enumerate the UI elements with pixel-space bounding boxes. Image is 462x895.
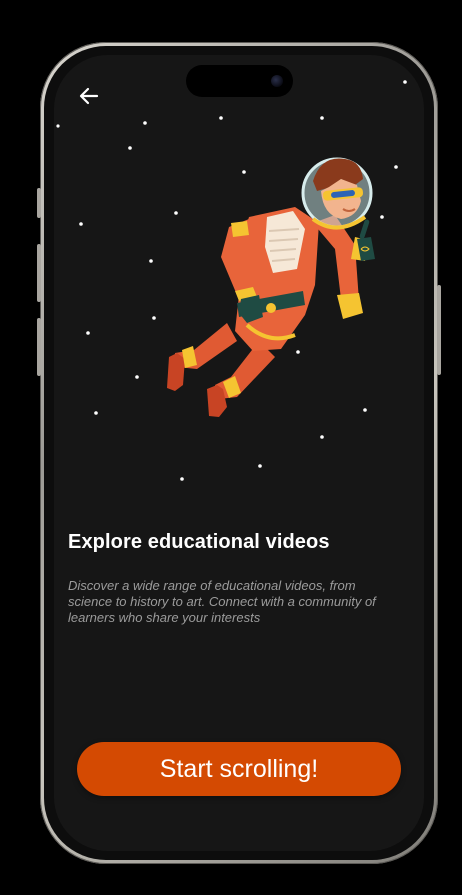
stage: Explore educational videos Discover a wi… <box>0 0 462 895</box>
onboarding-description: Discover a wide range of educational vid… <box>68 578 376 625</box>
app-screen: Explore educational videos Discover a wi… <box>54 55 424 851</box>
start-scrolling-button[interactable]: Start scrolling! <box>77 742 401 796</box>
power-button <box>437 285 441 375</box>
star <box>86 331 90 335</box>
star <box>320 435 324 439</box>
star <box>380 215 384 219</box>
star <box>219 116 223 120</box>
star <box>94 411 98 415</box>
astronaut-head <box>301 157 373 230</box>
onboarding-title: Explore educational videos <box>68 531 330 553</box>
astronaut-illustration <box>167 157 375 417</box>
star <box>56 124 60 128</box>
star <box>394 165 398 169</box>
astronaut-arm-raised <box>313 215 375 319</box>
action-button <box>37 188 41 218</box>
volume-down-button <box>37 318 41 376</box>
star <box>403 80 407 84</box>
star <box>79 222 83 226</box>
arrow-left-icon <box>79 87 99 105</box>
volume-up-button <box>37 244 41 302</box>
star <box>258 464 262 468</box>
star <box>320 116 324 120</box>
back-button[interactable] <box>74 81 104 111</box>
star <box>143 121 147 125</box>
star <box>180 477 184 481</box>
